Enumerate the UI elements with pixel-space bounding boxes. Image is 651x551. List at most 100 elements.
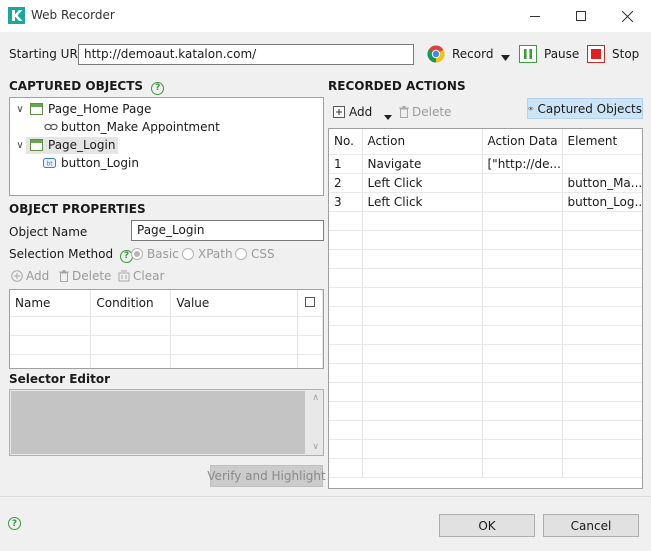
chrome-icon — [427, 45, 445, 63]
scroll-down-icon[interactable]: ∨ — [312, 442, 319, 452]
footer-divider — [0, 496, 651, 497]
svg-text:bt: bt — [46, 160, 53, 167]
selector-editor-textarea[interactable] — [11, 391, 305, 454]
radio-xpath[interactable]: XPath — [182, 247, 233, 261]
page-icon — [30, 103, 43, 115]
record-label: Record — [452, 47, 494, 61]
close-icon — [621, 10, 633, 22]
chevron-down-icon[interactable]: ∨ — [14, 140, 26, 151]
starting-url-label: Starting URL — [9, 47, 85, 61]
pause-label: Pause — [544, 47, 580, 61]
pause-button[interactable]: Pause — [519, 45, 579, 63]
column-header-name[interactable]: Name — [10, 290, 92, 317]
katalon-logo-icon — [8, 7, 25, 24]
table-row[interactable]: 3 Left Click button_Log... — [329, 192, 642, 212]
help-icon[interactable]: ? — [151, 81, 165, 95]
table-row — [329, 268, 642, 288]
captured-objects-toggle[interactable]: Captured Objects — [527, 98, 643, 119]
table-row — [329, 249, 642, 269]
cancel-button[interactable]: Cancel — [543, 514, 639, 537]
column-header-no[interactable]: No. — [329, 129, 363, 155]
title-bar: Web Recorder — [0, 0, 651, 32]
pause-icon — [519, 45, 537, 63]
clear-icon — [118, 270, 130, 282]
verify-highlight-button[interactable]: Verify and Highlight — [207, 465, 326, 487]
checkbox-icon — [305, 296, 315, 307]
selection-method-label: Selection Method ? — [9, 247, 133, 263]
object-name-label: Object Name — [9, 225, 88, 239]
maximize-icon — [576, 11, 586, 21]
object-name-input[interactable]: Page_Login — [131, 220, 324, 241]
tree-item-button-make-appointment[interactable]: button_Make Appointment — [44, 118, 220, 136]
properties-add-button[interactable]: Add — [11, 269, 49, 283]
table-row[interactable]: 2 Left Click button_Ma... — [329, 173, 642, 193]
window-title: Web Recorder — [31, 8, 115, 22]
caret-down-icon — [384, 115, 392, 120]
properties-delete-button[interactable]: Delete — [59, 269, 111, 283]
tree-item-page-home[interactable]: ∨ Page_Home Page — [14, 100, 151, 118]
actions-add-button[interactable]: Add — [333, 105, 372, 119]
eye-icon — [528, 106, 534, 111]
table-row — [329, 230, 642, 250]
captured-objects-title: CAPTURED OBJECTS ? — [9, 79, 165, 95]
table-header: No. Action Action Data Element — [329, 129, 642, 155]
table-row — [329, 325, 642, 345]
stop-button[interactable]: Stop — [587, 45, 639, 63]
select-all-checkbox[interactable] — [297, 290, 323, 317]
chevron-down-icon[interactable]: ∨ — [14, 104, 26, 115]
scroll-up-icon[interactable]: ∧ — [312, 393, 319, 403]
button-element-icon: bt — [43, 158, 56, 168]
captured-objects-tree[interactable]: ∨ Page_Home Page button_Make Appointment… — [9, 97, 324, 196]
record-button[interactable]: Record — [427, 45, 493, 63]
minimize-icon — [530, 16, 540, 17]
table-row — [329, 420, 642, 440]
close-button[interactable] — [604, 0, 650, 32]
table-row — [329, 439, 642, 459]
table-row — [10, 316, 323, 336]
add-icon — [11, 270, 23, 282]
stop-label: Stop — [612, 47, 640, 61]
column-header-element[interactable]: Element — [562, 129, 642, 155]
recorded-actions-table[interactable]: No. Action Action Data Element 1 Navigat… — [328, 128, 643, 489]
stop-icon — [587, 45, 605, 63]
table-row — [10, 335, 323, 355]
selector-editor-title: Selector Editor — [9, 372, 111, 386]
tree-item-page-login[interactable]: ∨ Page_Login — [14, 136, 119, 154]
recorded-actions-title: RECORDED ACTIONS — [328, 79, 466, 93]
table-row — [329, 401, 642, 421]
radio-icon — [235, 248, 247, 260]
table-row — [329, 344, 642, 364]
table-row — [329, 306, 642, 326]
table-row — [329, 363, 642, 383]
column-header-condition[interactable]: Condition — [90, 290, 172, 317]
radio-basic[interactable]: Basic — [131, 247, 179, 261]
table-header: Name Condition Value — [10, 290, 323, 317]
properties-table[interactable]: Name Condition Value — [9, 289, 324, 369]
starting-url-input[interactable]: http://demoaut.katalon.com/ — [78, 44, 414, 65]
object-properties-title: OBJECT PROPERTIES — [9, 202, 146, 216]
radio-css[interactable]: CSS — [235, 247, 275, 261]
column-header-value[interactable]: Value — [170, 290, 298, 317]
link-icon — [44, 123, 58, 131]
trash-icon — [59, 270, 69, 282]
actions-add-dropdown[interactable] — [384, 109, 392, 123]
table-row — [329, 211, 642, 231]
caret-down-icon — [501, 55, 510, 61]
help-icon[interactable]: ? — [8, 517, 21, 530]
ok-button[interactable]: OK — [439, 514, 535, 537]
table-row — [329, 458, 642, 478]
table-row[interactable]: 1 Navigate ["http://de... — [329, 154, 642, 174]
table-row — [329, 287, 642, 307]
add-icon — [333, 106, 345, 118]
actions-delete-button[interactable]: Delete — [399, 105, 451, 119]
tree-item-button-login[interactable]: bt button_Login — [43, 154, 139, 172]
column-header-action[interactable]: Action — [362, 129, 483, 155]
maximize-button[interactable] — [558, 0, 604, 32]
radio-checked-icon — [131, 248, 143, 260]
properties-clear-button[interactable]: Clear — [118, 269, 164, 283]
record-dropdown-button[interactable] — [501, 50, 510, 64]
minimize-button[interactable] — [512, 0, 558, 32]
tree-item-selection: Page_Login — [26, 136, 119, 154]
selector-editor[interactable]: ∧ ∨ — [9, 389, 324, 456]
column-header-action-data[interactable]: Action Data — [482, 129, 563, 155]
